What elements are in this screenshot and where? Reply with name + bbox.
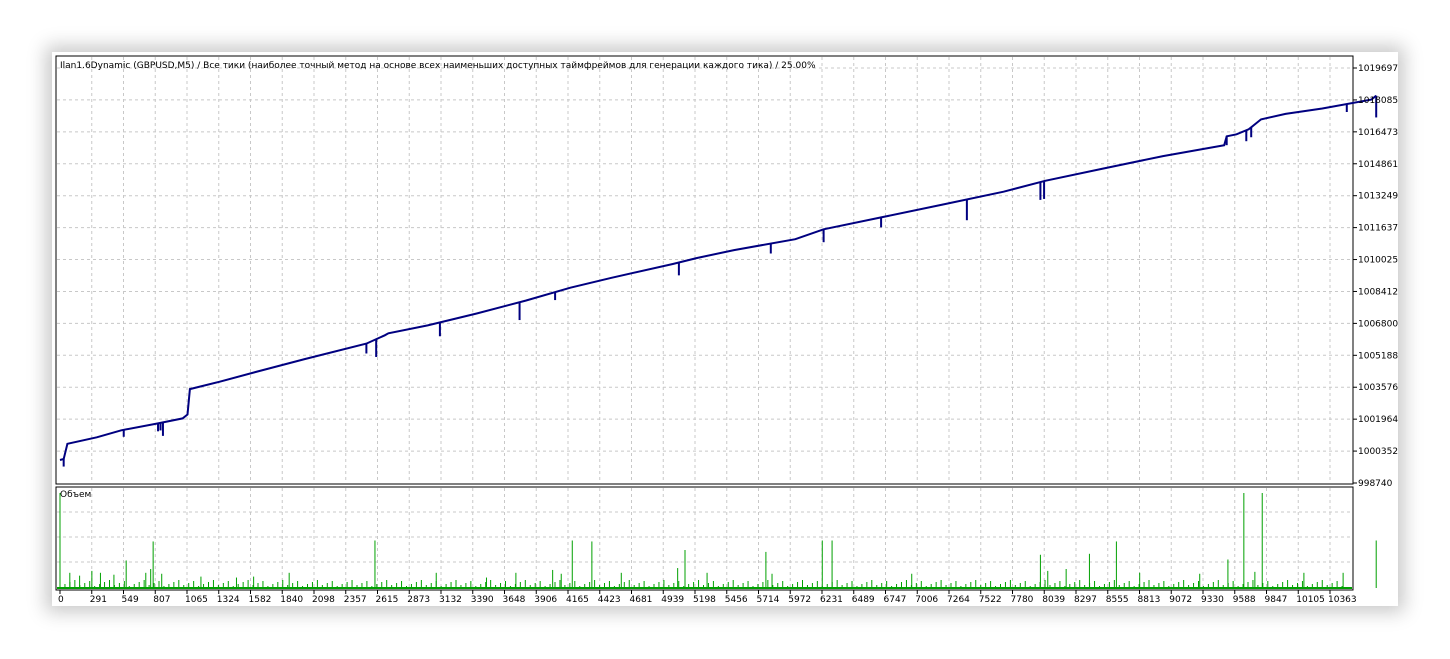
y-tick-label: 1013249 [1358, 192, 1398, 202]
x-tick-label: 4165 [566, 595, 589, 605]
x-tick-label: 9588 [1233, 595, 1256, 605]
x-tick-label: 3132 [439, 595, 462, 605]
chart-window: Ilan1.6Dynamic (GBPUSD,M5) / Все тики (н… [52, 52, 1398, 606]
y-tick-label: 1011637 [1358, 224, 1398, 234]
x-tick-label: 1324 [217, 595, 240, 605]
y-axis-ticks: 1019697 1018085 1016473 1014861 1013249 10116… [1353, 64, 1398, 489]
chart-svg: Ilan1.6Dynamic (GBPUSD,M5) / Все тики (н… [55, 55, 1398, 605]
y-tick-label: 1000352 [1358, 447, 1398, 457]
balance-line [59, 94, 1377, 461]
x-tick-label: 5972 [788, 595, 811, 605]
y-tick-label: 1008412 [1358, 287, 1398, 297]
x-tick-label: 4939 [661, 595, 684, 605]
x-tick-label: 10363 [1328, 595, 1357, 605]
x-tick-label: 6231 [820, 595, 843, 605]
y-tick-label: 1018085 [1358, 96, 1398, 106]
x-tick-label: 5456 [725, 595, 748, 605]
x-tick-label: 4681 [630, 595, 653, 605]
y-tick-label: 1019697 [1358, 64, 1398, 74]
x-tick-label: 1582 [249, 595, 272, 605]
x-tick-label: 5198 [693, 595, 716, 605]
x-tick-label: 3390 [471, 595, 494, 605]
x-tick-label: 807 [153, 595, 170, 605]
y-tick-label: 1001964 [1358, 415, 1398, 425]
y-tick-label: 1016473 [1358, 128, 1398, 138]
x-tick-label: 7264 [947, 595, 970, 605]
y-tick-label: 1010025 [1358, 256, 1398, 266]
volume-grid [57, 488, 1352, 589]
y-tick-label: 1005188 [1358, 351, 1398, 361]
y-tick-label: 1006800 [1358, 319, 1398, 329]
x-tick-label: 6489 [852, 595, 875, 605]
x-tick-label: 8039 [1042, 595, 1065, 605]
x-tick-label: 6747 [884, 595, 907, 605]
x-tick-label: 9847 [1265, 595, 1288, 605]
x-tick-label: 5714 [757, 595, 780, 605]
x-tick-label: 7006 [915, 595, 938, 605]
x-tick-label: 3648 [503, 595, 526, 605]
x-tick-label: 8555 [1106, 595, 1129, 605]
x-tick-label: 3906 [534, 595, 557, 605]
chart-title: Ilan1.6Dynamic (GBPUSD,M5) / Все тики (н… [60, 61, 816, 71]
x-tick-label: 291 [90, 595, 107, 605]
y-tick-label: 1003576 [1358, 383, 1398, 393]
x-tick-label: 2357 [344, 595, 367, 605]
x-tick-label: 2873 [407, 595, 430, 605]
x-tick-label: 4423 [598, 595, 621, 605]
volume-label: Объем [60, 490, 91, 500]
volume-series [57, 493, 1377, 589]
x-tick-label: 8297 [1074, 595, 1097, 605]
x-tick-label: 1840 [280, 595, 303, 605]
y-tick-label: 998740 [1358, 479, 1393, 489]
y-tick-label: 1014861 [1358, 160, 1398, 170]
x-tick-label: 2615 [376, 595, 399, 605]
x-tick-label: 10105 [1296, 595, 1325, 605]
balance-series [59, 94, 1378, 467]
x-tick-label: 7522 [979, 595, 1002, 605]
x-tick-label: 0 [58, 595, 64, 605]
main-grid [57, 57, 1352, 483]
x-tick-label: 1065 [185, 595, 208, 605]
x-axis-ticks: 0 291 549 807 1065 1324 1582 1840 2098 2357 2615 28… [58, 590, 1357, 605]
x-tick-label: 9330 [1201, 595, 1224, 605]
x-tick-label: 549 [122, 595, 139, 605]
x-tick-label: 8813 [1138, 595, 1161, 605]
x-tick-label: 7780 [1011, 595, 1034, 605]
x-tick-label: 9072 [1169, 595, 1192, 605]
x-tick-label: 2098 [312, 595, 335, 605]
